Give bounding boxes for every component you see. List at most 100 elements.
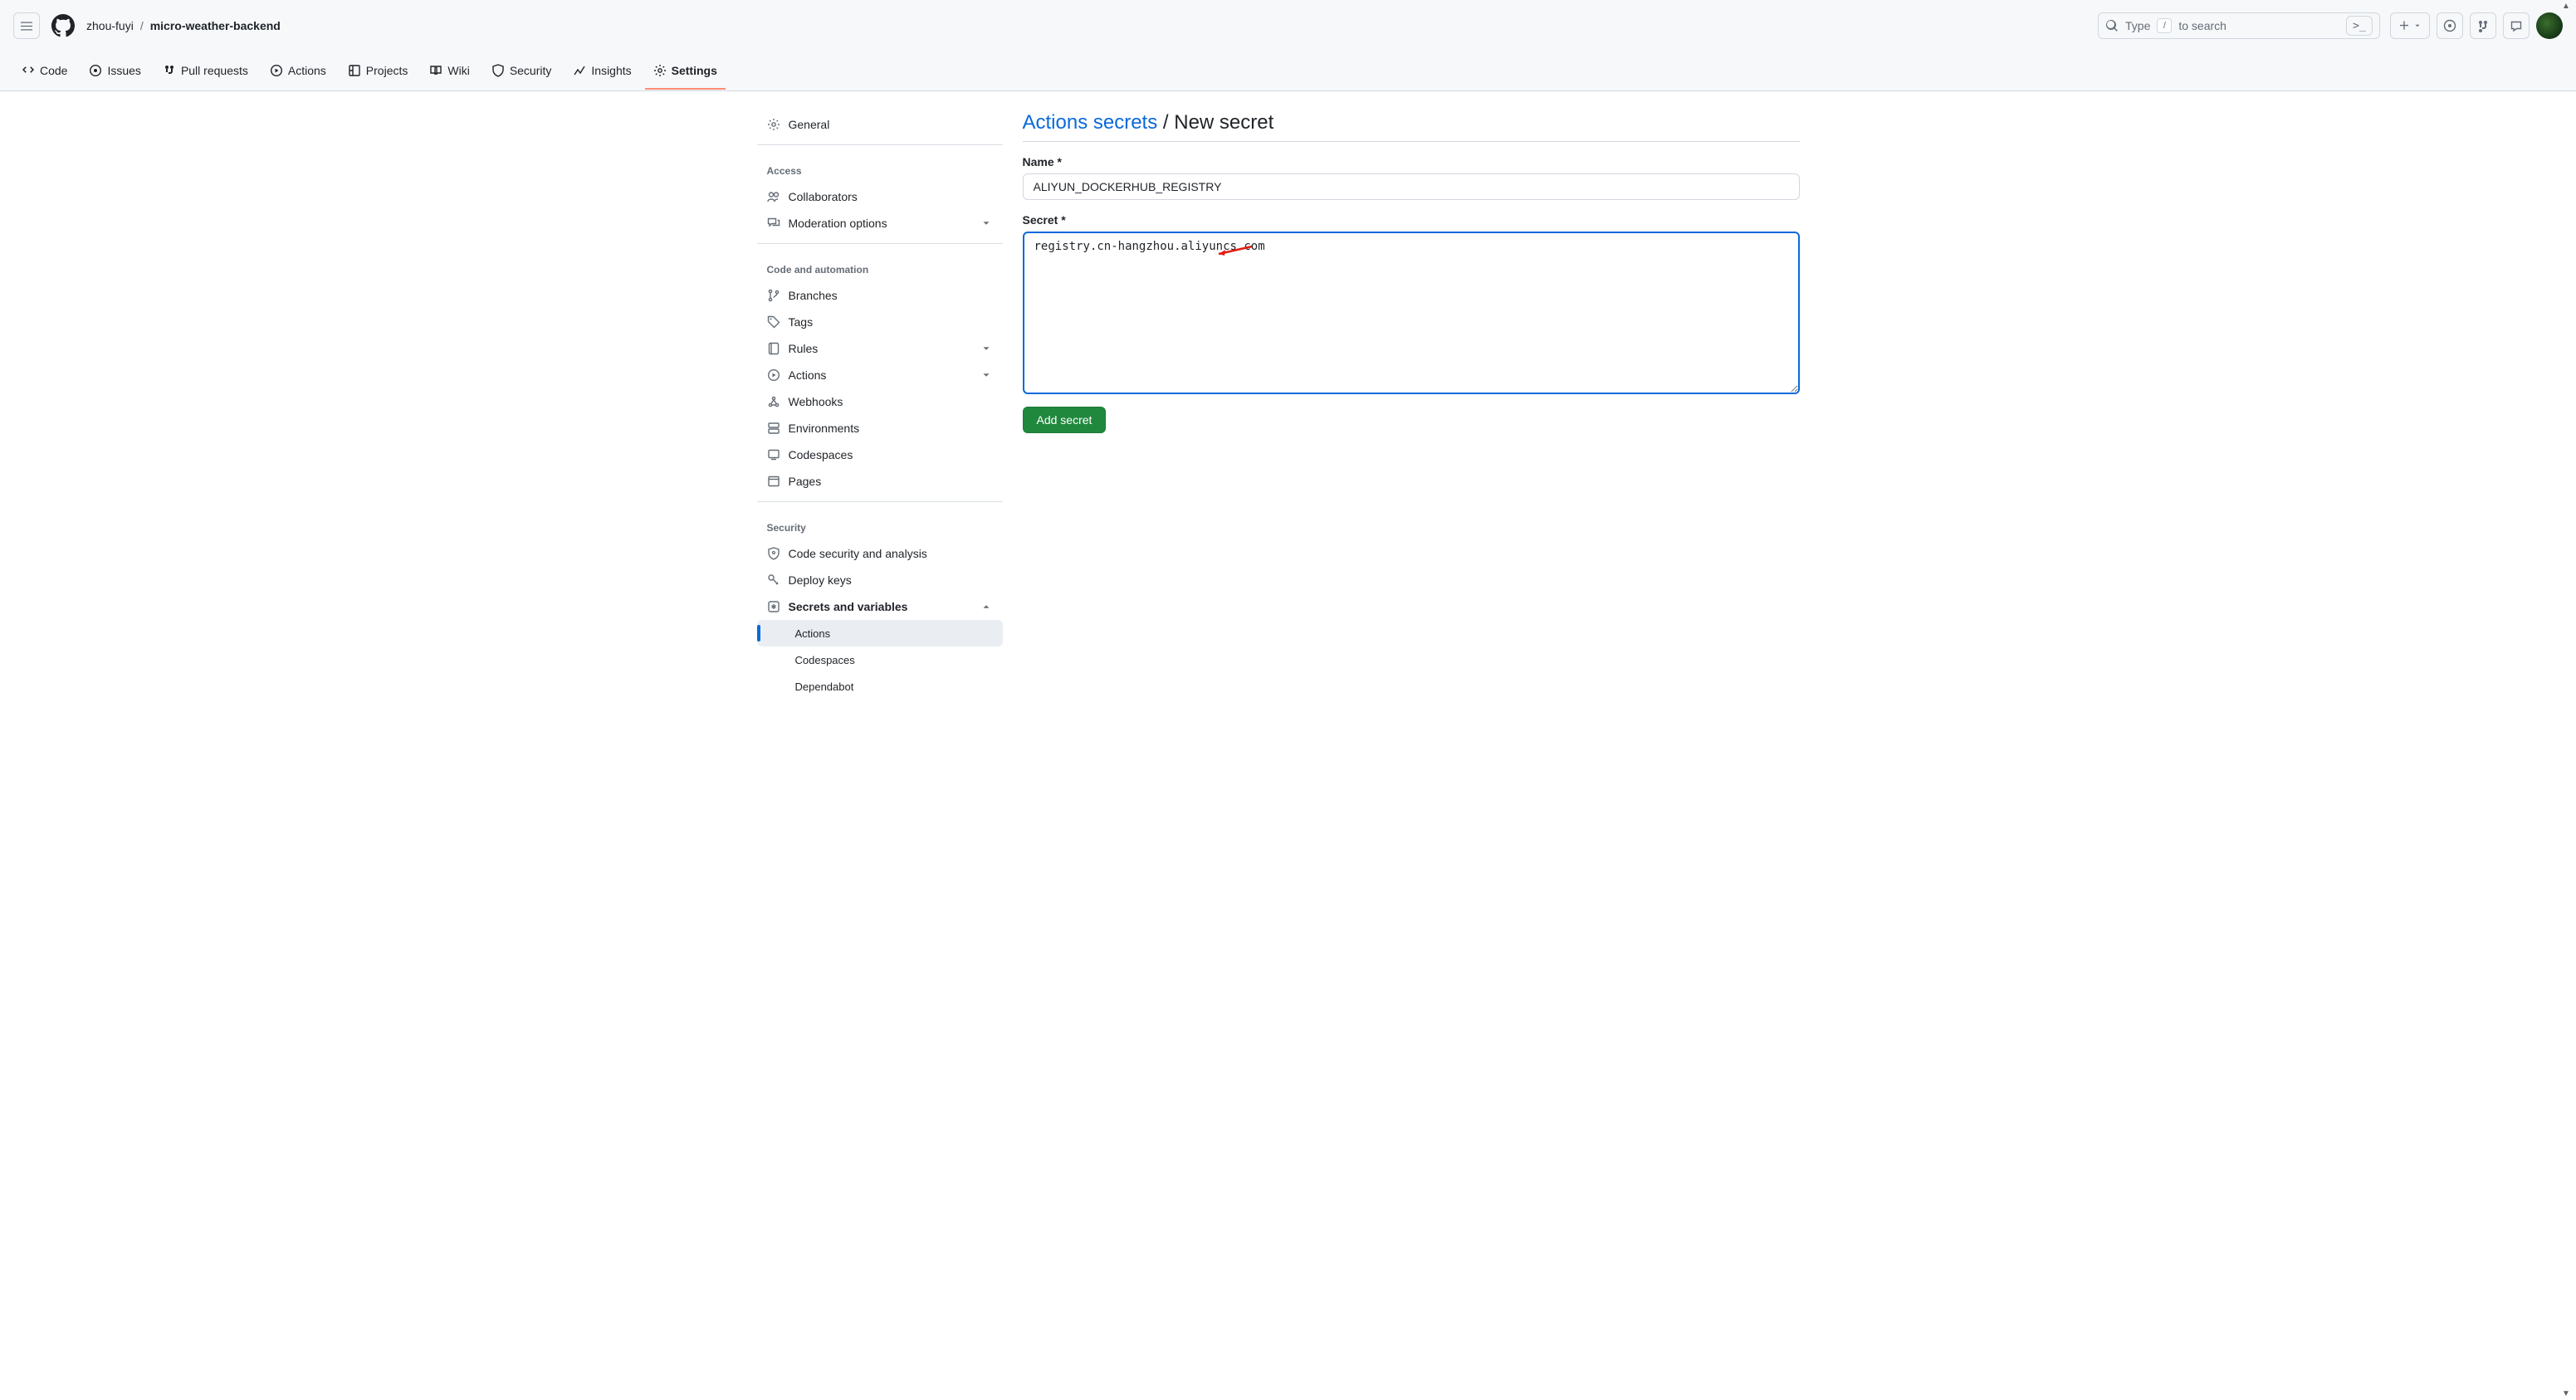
sidebar-item-secrets-and-variables[interactable]: Secrets and variables — [757, 593, 1003, 620]
search-placeholder-suffix: to search — [2178, 19, 2227, 32]
key-icon — [767, 573, 780, 587]
create-new-dropdown[interactable] — [2390, 12, 2430, 39]
sidebar-group-title: Code and automation — [757, 257, 1003, 282]
tag-icon — [767, 315, 780, 329]
tab-issues-label: Issues — [107, 64, 140, 77]
sidebar-item-pages[interactable]: Pages — [757, 468, 1003, 495]
sidebar-item-actions[interactable]: Actions — [757, 362, 1003, 388]
sidebar-item-label: Code security and analysis — [789, 547, 927, 560]
sidebar-item-rules[interactable]: Rules — [757, 335, 1003, 362]
search-icon — [2105, 19, 2119, 32]
shield-icon — [767, 547, 780, 560]
search-kbd-slash: / — [2157, 18, 2172, 33]
sidebar-item-webhooks[interactable]: Webhooks — [757, 388, 1003, 415]
tab-security-label: Security — [510, 64, 552, 77]
three-bars-icon — [20, 19, 33, 32]
sidebar-item-branches[interactable]: Branches — [757, 282, 1003, 309]
tab-insights-label: Insights — [591, 64, 631, 77]
sidebar-item-collaborators[interactable]: Collaborators — [757, 183, 1003, 210]
people-icon — [767, 190, 780, 203]
breadcrumb-owner[interactable]: zhou-fuyi — [86, 19, 134, 32]
sidebar-item-label: Webhooks — [789, 395, 843, 408]
sidebar-group-title: Security — [757, 515, 1003, 540]
sidebar-item-label: Collaborators — [789, 190, 858, 203]
main-content: Actions secrets / New secret Name * Secr… — [1003, 111, 1800, 720]
tab-pull-requests[interactable]: Pull requests — [154, 53, 257, 90]
tab-projects[interactable]: Projects — [340, 53, 417, 90]
gear-icon — [767, 118, 780, 131]
breadcrumb-separator: / — [140, 19, 144, 32]
search-placeholder-prefix: Type — [2125, 19, 2150, 32]
tab-settings-label: Settings — [672, 64, 717, 77]
header-actions — [2390, 12, 2563, 39]
webhook-icon — [767, 395, 780, 408]
breadcrumb-leaf: New secret — [1174, 111, 1273, 134]
server-icon — [767, 422, 780, 435]
sidebar-subitem-dependabot[interactable]: Dependabot — [757, 673, 1003, 700]
sidebar-item-label: Deploy keys — [789, 573, 852, 587]
sidebar-item-deploy-keys[interactable]: Deploy keys — [757, 567, 1003, 593]
pull-requests-shortcut-button[interactable] — [2470, 12, 2496, 39]
sidebar-item-label: Actions — [789, 368, 827, 382]
user-avatar[interactable] — [2536, 12, 2563, 39]
tab-code-label: Code — [40, 64, 67, 77]
sidebar-item-label: Secrets and variables — [789, 600, 908, 613]
sidebar-item-tags[interactable]: Tags — [757, 309, 1003, 335]
sidebar-subitem-actions[interactable]: Actions — [757, 620, 1003, 646]
tab-wiki-label: Wiki — [447, 64, 469, 77]
sidebar-subitem-label: Codespaces — [795, 654, 855, 666]
issues-shortcut-button[interactable] — [2437, 12, 2463, 39]
sidebar-subitem-label: Dependabot — [795, 680, 854, 693]
page-title: Actions secrets / New secret — [1023, 111, 1800, 142]
breadcrumb-separator: / — [1163, 111, 1174, 134]
tab-security[interactable]: Security — [483, 53, 560, 90]
sidebar-item-general[interactable]: General — [757, 111, 1003, 138]
chevron-down-icon — [980, 342, 993, 355]
chevron-up-icon — [980, 600, 993, 613]
sidebar-item-environments[interactable]: Environments — [757, 415, 1003, 441]
comment-discussion-icon — [767, 217, 780, 230]
name-label: Name * — [1023, 155, 1800, 168]
tab-actions-label: Actions — [288, 64, 326, 77]
sidebar-subitem-label: Actions — [795, 627, 831, 640]
breadcrumb-root-link[interactable]: Actions secrets — [1023, 111, 1158, 134]
sidebar-item-label: Tags — [789, 315, 814, 329]
repo-nav: Code Issues Pull requests Actions Projec… — [0, 51, 2576, 91]
secret-value-textarea[interactable] — [1023, 232, 1800, 394]
sidebar-item-code-security-and-analysis[interactable]: Code security and analysis — [757, 540, 1003, 567]
tab-code[interactable]: Code — [13, 53, 76, 90]
breadcrumb: zhou-fuyi / micro-weather-backend — [86, 19, 281, 32]
chevron-down-icon — [980, 368, 993, 382]
breadcrumb-repo[interactable]: micro-weather-backend — [150, 19, 281, 32]
key-asterisk-icon — [767, 600, 780, 613]
sidebar-item-label: Rules — [789, 342, 819, 355]
tab-issues[interactable]: Issues — [81, 53, 149, 90]
sidebar-subitem-codespaces[interactable]: Codespaces — [757, 646, 1003, 673]
sidebar-item-general-label: General — [789, 118, 830, 131]
tab-insights[interactable]: Insights — [565, 53, 639, 90]
tab-wiki[interactable]: Wiki — [421, 53, 477, 90]
tab-settings[interactable]: Settings — [645, 53, 726, 90]
tab-pull-requests-label: Pull requests — [181, 64, 248, 77]
global-header: zhou-fuyi / micro-weather-backend Type /… — [0, 0, 2576, 51]
settings-sidebar: General AccessCollaboratorsModeration op… — [757, 111, 1003, 720]
browser-icon — [767, 475, 780, 488]
sidebar-item-label: Environments — [789, 422, 860, 435]
tab-projects-label: Projects — [366, 64, 408, 77]
tab-actions[interactable]: Actions — [262, 53, 335, 90]
codespaces-icon — [767, 448, 780, 461]
global-search[interactable]: Type / to search >_ — [2098, 12, 2380, 39]
hamburger-menu-button[interactable] — [13, 12, 40, 39]
sidebar-item-moderation-options[interactable]: Moderation options — [757, 210, 1003, 237]
notifications-button[interactable] — [2503, 12, 2530, 39]
secret-name-input[interactable] — [1023, 173, 1800, 200]
sidebar-item-label: Branches — [789, 289, 838, 302]
sidebar-item-label: Moderation options — [789, 217, 887, 230]
git-branch-icon — [767, 289, 780, 302]
add-secret-button[interactable]: Add secret — [1023, 407, 1107, 433]
repo-icon — [767, 342, 780, 355]
github-logo[interactable] — [50, 12, 76, 39]
command-palette-button[interactable]: >_ — [2346, 16, 2373, 36]
sidebar-item-label: Codespaces — [789, 448, 853, 461]
sidebar-item-codespaces[interactable]: Codespaces — [757, 441, 1003, 468]
